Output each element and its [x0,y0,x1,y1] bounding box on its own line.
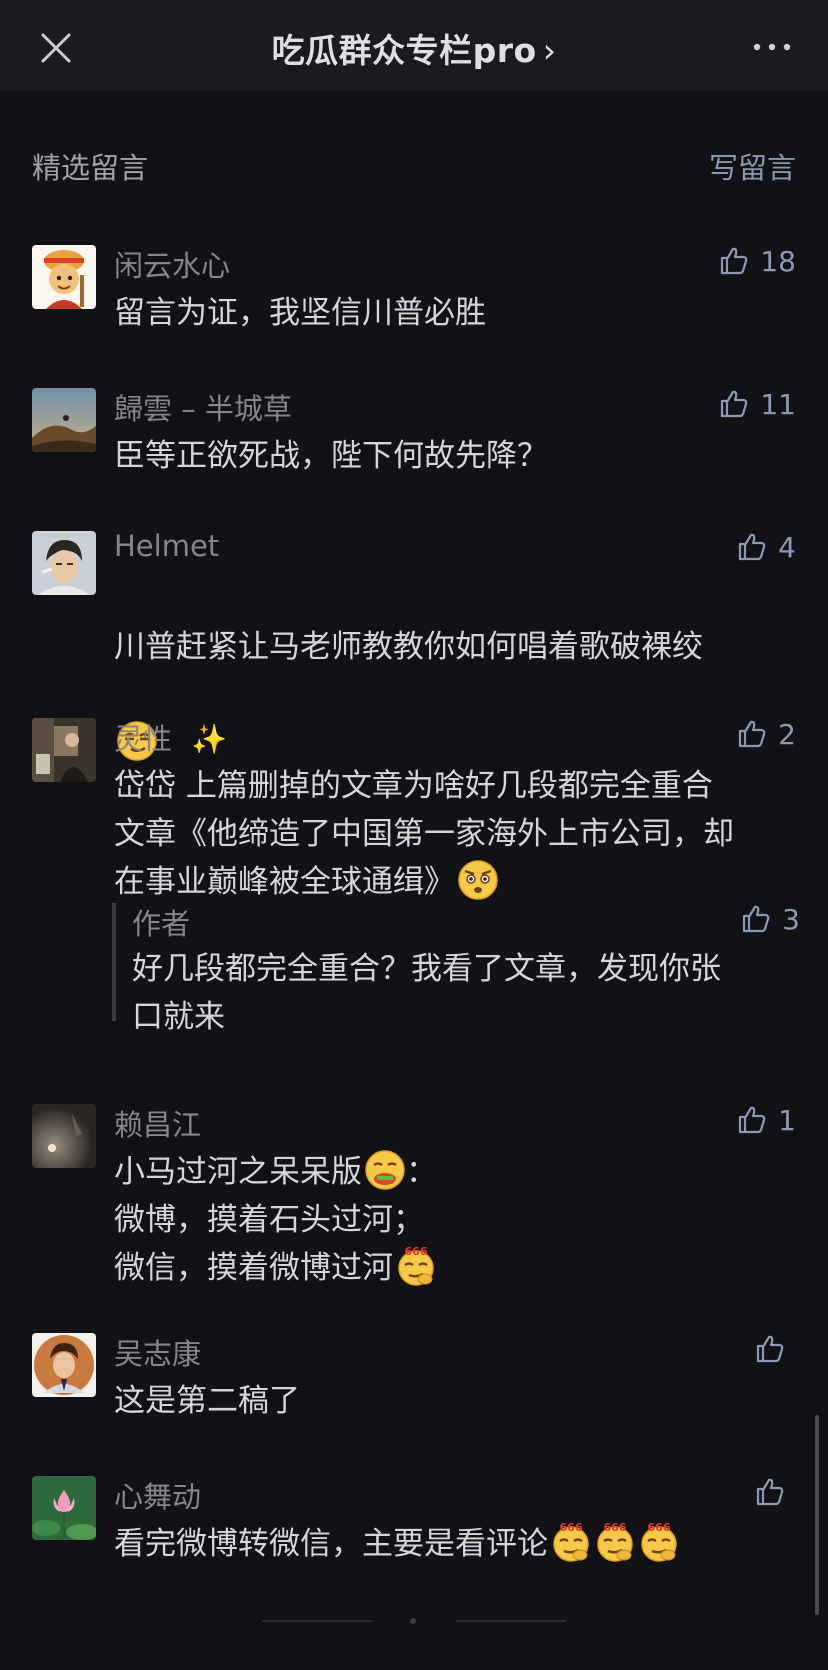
reply-author: 作者 [132,907,191,941]
like-button[interactable]: 3 [740,901,800,937]
top-nav-bar: 吃瓜群众专栏pro › [0,0,828,91]
thumbs-up-icon [739,720,766,748]
comment-author[interactable]: 闲云水心 [114,243,230,285]
featured-comments-label: 精选留言 [32,151,149,185]
comment-author[interactable]: 心舞动 [114,1474,201,1516]
comment-text: 这是第二稿了 [114,1383,300,1419]
avatar[interactable] [32,718,96,782]
svg-text:666: 666 [648,1521,671,1534]
thumbs-up-icon [721,247,748,275]
comment-author[interactable]: 赖昌江 [114,1102,201,1144]
like-button[interactable]: 4 [736,529,796,565]
eating-emoji-icon [365,1150,405,1190]
comment-text-content: 岱岱 上篇删掉的文章为啥好几段都完全重合 文章《他缔造了中国第一家海外上市公司，… [114,768,734,900]
comment-text: 小马过河之呆呆版 ： 微博，摸着石头过河； 微信，摸着微博过河 666 [114,1148,788,1292]
like-count: 2 [778,717,796,751]
thumbs-up-icon [721,390,748,418]
write-comment-button[interactable]: 写留言 [709,145,796,187]
author-name: 灵性 [114,722,173,756]
avatar[interactable] [32,388,96,452]
reply-text: 好几段都完全重合？我看了文章，发现你张 口就来 [132,951,721,1035]
chevron-right-icon: › [542,31,557,70]
comment-line-1: 小马过河之呆呆版 [114,1154,362,1190]
comment-text: 留言为证，我坚信川普必胜 [114,295,486,331]
svg-text:666: 666 [604,1521,627,1534]
comment-item: 吴志康 这是第二稿了 [32,1331,796,1419]
comment-text: 看完微博转微信，主要是看评论 666 666 666 [114,1520,788,1568]
666-emoji-icon: 666 [641,1521,677,1562]
666-emoji-icon: 666 [597,1521,633,1562]
more-icon[interactable] [752,42,792,52]
comment-text-content: 看完微博转微信，主要是看评论 [114,1526,548,1562]
sparkles-icon: ✨ [191,722,228,756]
thumbs-up-icon [756,1478,784,1506]
thumbs-up-icon [739,533,766,561]
comment-item: 赖昌江 1 小马过河之呆呆版 ： 微博，摸着石头过河； 微信，摸着微博过河 66… [32,1102,796,1286]
thumbs-up-icon [756,1335,784,1363]
like-count: 3 [782,902,800,936]
comment-item: 闲云水心 18 留言为证，我坚信川普必胜 [32,243,796,331]
footer-divider-dot [410,1618,416,1624]
page-title[interactable]: 吃瓜群众专栏pro › [0,24,828,72]
shocked-emoji-icon [458,860,498,900]
comment-author[interactable]: 吴志康 [114,1331,201,1373]
like-button[interactable]: 1 [736,1102,796,1138]
scrollbar[interactable] [815,1415,819,1615]
comment-item: 歸雲 – 半城草 11 臣等正欲死战，陛下何故先降？ [32,386,796,474]
footer-divider [262,1620,372,1622]
comment-line-2: 微博，摸着石头过河； [114,1202,424,1238]
like-count: 1 [778,1103,796,1137]
like-button[interactable]: 18 [718,243,796,279]
comment-author[interactable]: 歸雲 – 半城草 [114,386,292,428]
avatar[interactable] [32,1476,96,1540]
comment-author[interactable]: Helmet [114,529,219,563]
avatar[interactable] [32,1333,96,1397]
comment-item: 灵性 ✨ 2 岱岱 上篇删掉的文章为啥好几段都完全重合 文章《他缔造了中国第一家… [32,716,800,1038]
comment-line-1-end: ： [406,1154,437,1190]
avatar[interactable] [32,1104,96,1168]
svg-text:666: 666 [560,1521,583,1534]
like-count: 18 [760,244,796,278]
like-button[interactable]: 11 [718,386,796,422]
666-emoji-icon: 666 [398,1245,434,1286]
avatar[interactable] [32,245,96,309]
featured-comments-header: 精选留言 写留言 [32,145,796,185]
comment-author[interactable]: 灵性 ✨ [114,716,227,758]
comment-text-content: 川普赶紧让马老师教教你如何唱着歌破裸绞 [114,629,703,665]
thumbs-up-icon [743,905,770,933]
like-button[interactable] [754,1331,796,1367]
like-count: 11 [760,387,796,421]
like-count: 4 [778,530,796,564]
comment-line-3: 微信，摸着微博过河 [114,1250,393,1286]
comment-item: Helmet 4 川普赶紧让马老师教教你如何唱着歌破裸绞 [32,529,796,761]
666-emoji-icon: 666 [553,1521,589,1562]
comment-item: 心舞动 看完微博转微信，主要是看评论 666 666 666 [32,1474,796,1562]
thumbs-up-icon [739,1106,766,1134]
author-reply: 作者 3 好几段都完全重合？我看了文章，发现你张 口就来 [112,901,800,1035]
page-title-text: 吃瓜群众专栏pro [271,31,537,70]
comment-text: 岱岱 上篇删掉的文章为啥好几段都完全重合 文章《他缔造了中国第一家海外上市公司，… [114,762,788,906]
like-button[interactable] [754,1474,796,1510]
like-button[interactable]: 2 [736,716,796,752]
comment-text: 臣等正欲死战，陛下何故先降？ [114,438,548,474]
footer-divider [456,1620,566,1622]
svg-text:666: 666 [405,1245,428,1258]
avatar[interactable] [32,531,96,595]
